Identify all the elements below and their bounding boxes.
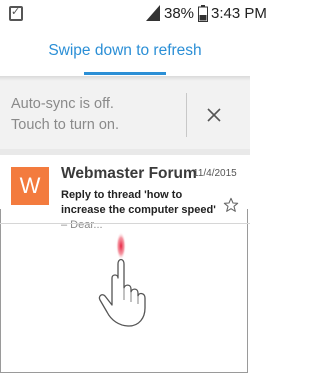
- avatar-letter: W: [19, 173, 41, 198]
- sender-avatar: W: [11, 167, 49, 205]
- star-icon[interactable]: [223, 197, 239, 213]
- banner-divider: [186, 93, 187, 137]
- pointing-hand-icon: [98, 232, 146, 327]
- notification-icon: [9, 5, 23, 21]
- signal-icon: [146, 5, 160, 21]
- status-bar: 38% 3:43 PM: [0, 0, 267, 28]
- battery-percent: 38%: [164, 5, 195, 22]
- swipe-refresh-header: Swipe down to refresh: [0, 28, 250, 80]
- autosync-message[interactable]: Auto-sync is off. Touch to turn on.: [11, 94, 119, 136]
- email-list-item[interactable]: W Webmaster Forum 11/4/2015 Reply to thr…: [0, 155, 250, 231]
- sender-name: Webmaster Forum: [61, 165, 197, 182]
- tap-indicator: [116, 232, 126, 260]
- refresh-indicator: [84, 72, 166, 75]
- autosync-line-2: Touch to turn on.: [11, 117, 120, 133]
- close-icon[interactable]: [200, 101, 228, 129]
- autosync-banner[interactable]: Auto-sync is off. Touch to turn on.: [0, 81, 250, 149]
- email-date: 11/4/2015: [193, 168, 237, 179]
- swipe-refresh-text: Swipe down to refresh: [48, 42, 202, 59]
- autosync-line-1: Auto-sync is off.: [11, 96, 114, 112]
- clock: 3:43 PM: [211, 5, 267, 22]
- battery-icon: [198, 5, 208, 22]
